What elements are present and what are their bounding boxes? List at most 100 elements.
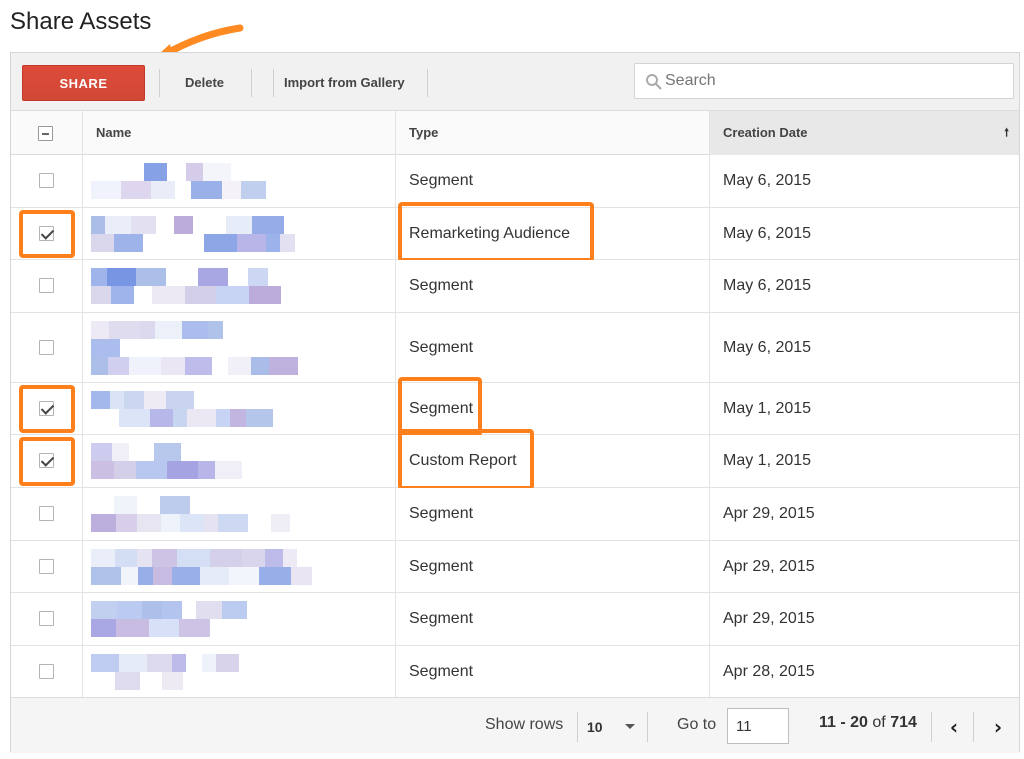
creation-date-cell: Apr 29, 2015	[710, 593, 1019, 645]
toolbar: SHARE Delete Import from Gallery	[11, 53, 1019, 111]
column-header-creation-date-label: Creation Date	[723, 125, 808, 140]
select-all-cell	[11, 111, 83, 155]
creation-date: Apr 28, 2015	[723, 662, 815, 680]
pagination-bar: Show rows 10 Go to 11 - 20 of 714 ‹ ›	[11, 697, 1019, 753]
total-count: 714	[890, 714, 917, 731]
asset-name-cell	[83, 313, 396, 382]
row-select-cell	[11, 541, 83, 592]
asset-type: Segment	[409, 557, 474, 575]
table-row[interactable]: Segment May 1, 2015	[11, 377, 1019, 437]
asset-type-cell: Segment	[396, 541, 710, 592]
asset-type: Segment	[409, 277, 474, 294]
creation-date-cell: May 6, 2015	[710, 313, 1019, 382]
creation-date-cell: Apr 28, 2015	[710, 646, 1019, 697]
table-row[interactable]: Segment May 6, 2015	[11, 155, 1019, 208]
asset-name-cell	[83, 541, 396, 592]
search-input[interactable]	[665, 68, 1005, 94]
creation-date: Apr 29, 2015	[723, 557, 815, 575]
asset-type: Custom Report	[409, 452, 517, 469]
row-checkbox[interactable]	[39, 453, 54, 468]
asset-name-cell	[83, 155, 396, 207]
share-button[interactable]: SHARE	[22, 65, 145, 101]
creation-date-cell: May 1, 2015	[710, 435, 1019, 487]
sort-ascending-icon: 🠕	[1004, 127, 1009, 139]
asset-type-cell: Segment	[396, 260, 710, 312]
table-row[interactable]: Segment May 6, 2015	[11, 260, 1019, 313]
row-checkbox[interactable]	[39, 663, 54, 679]
table-row[interactable]: Remarketing Audience May 6, 2015	[11, 202, 1019, 262]
row-checkbox[interactable]	[39, 506, 54, 521]
column-header-name[interactable]: Name	[83, 111, 396, 155]
asset-type-cell: Segment	[396, 593, 710, 645]
asset-type-cell: Segment	[396, 646, 710, 697]
footer-divider	[931, 712, 932, 742]
toolbar-divider	[427, 69, 428, 97]
creation-date-cell: Apr 29, 2015	[710, 541, 1019, 592]
row-select-cell	[11, 313, 83, 382]
row-checkbox[interactable]	[39, 339, 54, 355]
creation-date: Apr 29, 2015	[723, 610, 815, 627]
row-checkbox[interactable]	[39, 278, 54, 293]
next-page-button[interactable]: ›	[985, 712, 1011, 742]
asset-type: Remarketing Audience	[409, 224, 570, 242]
asset-type: Segment	[409, 172, 474, 189]
row-select-cell	[11, 488, 83, 540]
table-row[interactable]: Segment Apr 28, 2015	[11, 646, 1019, 698]
of-text: of	[872, 714, 886, 731]
select-all-checkbox[interactable]	[38, 126, 53, 141]
page-title: Share Assets	[10, 8, 152, 35]
go-to-page-input[interactable]	[727, 708, 789, 744]
row-checkbox[interactable]	[39, 225, 54, 241]
row-select-cell	[11, 383, 83, 434]
asset-type: Segment	[409, 399, 474, 417]
creation-date-cell: May 1, 2015	[710, 383, 1019, 434]
search-icon	[646, 74, 662, 90]
row-checkbox[interactable]	[39, 611, 54, 626]
asset-name-cell	[83, 593, 396, 645]
creation-date-cell: May 6, 2015	[710, 208, 1019, 259]
toolbar-divider	[273, 69, 274, 97]
chevron-down-icon	[625, 724, 635, 729]
asset-type-cell: Segment	[396, 313, 710, 382]
asset-name-cell	[83, 208, 396, 259]
creation-date: May 6, 2015	[723, 277, 812, 294]
show-rows-label: Show rows	[485, 716, 564, 733]
creation-date: May 1, 2015	[723, 399, 812, 417]
pagination-range: 11 - 20 of 714	[819, 714, 917, 732]
row-select-cell	[11, 155, 83, 207]
row-checkbox[interactable]	[39, 400, 54, 416]
table-header: Name Type Creation Date 🠕	[11, 111, 1019, 155]
assets-panel: SHARE Delete Import from Gallery Name Ty…	[10, 52, 1020, 753]
asset-type-cell: Custom Report	[396, 435, 710, 487]
toolbar-divider	[159, 69, 160, 97]
go-to-label: Go to	[677, 716, 717, 733]
footer-divider	[577, 712, 578, 742]
footer-divider	[973, 712, 974, 742]
search-box	[634, 63, 1014, 99]
creation-date: Apr 29, 2015	[723, 505, 815, 522]
table-row[interactable]: Segment May 6, 2015	[11, 313, 1019, 383]
footer-divider	[647, 712, 648, 742]
row-select-cell	[11, 435, 83, 487]
column-header-creation-date[interactable]: Creation Date 🠕	[710, 111, 1019, 155]
row-select-cell	[11, 260, 83, 312]
asset-name-cell	[83, 435, 396, 487]
asset-type-cell: Segment	[396, 155, 710, 207]
table-row[interactable]: Segment Apr 29, 2015	[11, 488, 1019, 541]
asset-name-cell	[83, 646, 396, 697]
table-row[interactable]: Segment Apr 29, 2015	[11, 593, 1019, 646]
row-checkbox[interactable]	[39, 558, 54, 574]
delete-button[interactable]: Delete	[185, 75, 224, 90]
range-text: 11 - 20	[819, 714, 868, 731]
asset-type-cell: Segment	[396, 488, 710, 540]
creation-date: May 6, 2015	[723, 338, 812, 356]
table-row[interactable]: Custom Report May 1, 2015	[11, 429, 1019, 490]
previous-page-button[interactable]: ‹	[941, 712, 967, 742]
creation-date: May 1, 2015	[723, 452, 812, 469]
creation-date: May 6, 2015	[723, 172, 812, 189]
row-checkbox[interactable]	[39, 173, 54, 188]
table-row[interactable]: Segment Apr 29, 2015	[11, 541, 1019, 593]
column-header-type[interactable]: Type	[396, 111, 710, 155]
creation-date-cell: May 6, 2015	[710, 155, 1019, 207]
import-from-gallery-button[interactable]: Import from Gallery	[284, 75, 405, 90]
